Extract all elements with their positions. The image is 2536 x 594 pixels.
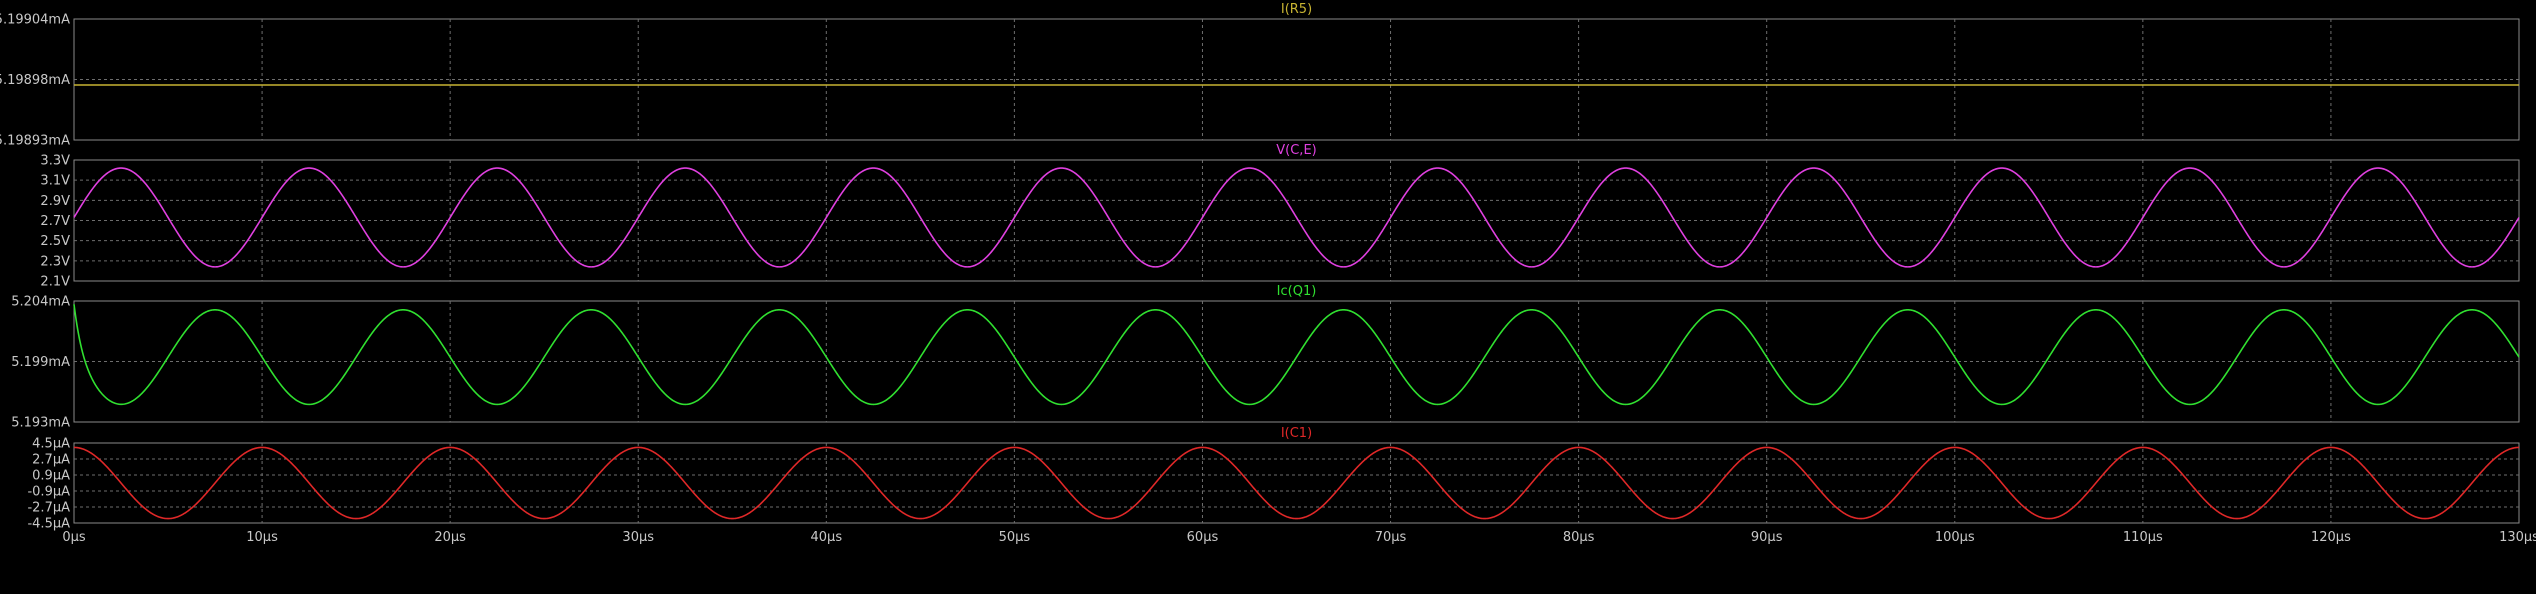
y-tick-label: 5.204mA <box>11 295 70 310</box>
y-tick-label: 2.7V <box>40 214 70 229</box>
x-tick-label: 100µs <box>1935 530 1975 545</box>
x-tick-label: 90µs <box>1751 530 1783 545</box>
plot-title: I(C1) <box>1281 426 1312 441</box>
x-axis: 0µs 10µs 20µs 30µs 40µs 50µs 60µs 70µs 80µs 90µs 1… <box>62 530 2536 545</box>
y-tick-label: 2.9V <box>40 194 70 209</box>
y-tick-label: 2.1V <box>40 275 70 290</box>
plot-pane-2: 3.3V 3.1V 2.9V 2.7V 2.5V 2.3V 2.1V V(C,E) <box>40 143 2520 290</box>
y-tick-label: 3.1V <box>40 174 70 189</box>
waveform-viewer[interactable]: 5.19904mA 5.19898mA 5.19893mA I(R5) 3.3V 3.1V… <box>0 0 2536 594</box>
plot-pane-1: 5.19904mA 5.19898mA 5.19893mA I(R5) <box>0 2 2520 149</box>
x-tick-label: 70µs <box>1375 530 1407 545</box>
plot-frame <box>73 442 2520 524</box>
x-tick-label: 60µs <box>1187 530 1219 545</box>
y-tick-label: 5.19893mA <box>0 134 70 149</box>
x-tick-label: 50µs <box>999 530 1031 545</box>
plot-pane-4: 4.5µA2.7µA0.9µA-0.9µA-2.7µA-4.5µAI(C1) <box>27 426 2520 532</box>
x-tick-label: 10µs <box>246 530 278 545</box>
x-tick-label: 120µs <box>2311 530 2351 545</box>
x-tick-label: 0µs <box>62 530 86 545</box>
y-tick-label: 5.19898mA <box>0 73 70 88</box>
x-tick-label: 20µs <box>434 530 466 545</box>
y-tick-label: -2.7µA <box>27 501 70 516</box>
plot-title: V(C,E) <box>1276 143 1316 158</box>
y-tick-label: 3.3V <box>40 154 70 169</box>
x-tick-label: 110µs <box>2123 530 2163 545</box>
plot-pane-3: 5.204mA 5.199mA 5.193mA Ic(Q1) <box>11 284 2520 431</box>
x-tick-label: 40µs <box>811 530 843 545</box>
plot-title: I(R5) <box>1281 2 1312 17</box>
plot-title: Ic(Q1) <box>1277 284 1317 299</box>
y-tick-label: 2.7µA <box>32 453 70 468</box>
y-tick-label: 5.199mA <box>11 355 70 370</box>
y-tick-label: 5.19904mA <box>0 13 70 28</box>
y-tick-label: -0.9µA <box>27 485 70 500</box>
y-tick-label: 0.9µA <box>32 469 70 484</box>
x-tick-label: 30µs <box>622 530 654 545</box>
x-tick-label: 130µs <box>2499 530 2536 545</box>
y-tick-label: 5.193mA <box>11 416 70 431</box>
y-tick-label: 2.5V <box>40 234 70 249</box>
x-tick-label: 80µs <box>1563 530 1595 545</box>
y-tick-label: 4.5µA <box>32 437 70 452</box>
y-tick-label: 2.3V <box>40 254 70 269</box>
